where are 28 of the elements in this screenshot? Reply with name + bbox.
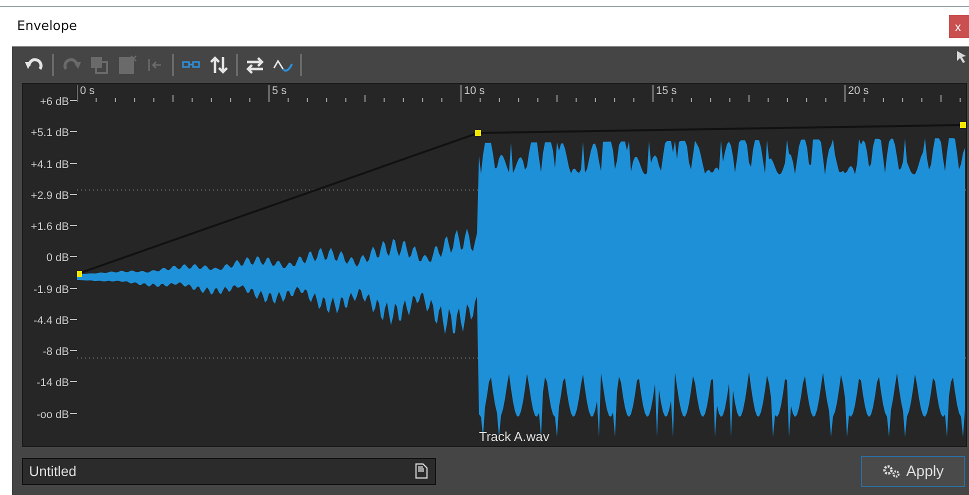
time-label: 15 s (656, 85, 679, 97)
time-label: 5 s (272, 85, 289, 97)
time-label: 0 s (80, 85, 97, 97)
track-name: Track A.wav (479, 429, 550, 444)
gain-label: +1.6 dB (30, 220, 69, 234)
gears-icon (882, 464, 902, 478)
gain-label: +6 dB (40, 95, 69, 109)
envelope-curve-drawing[interactable] (77, 122, 966, 277)
close-button[interactable]: x (949, 15, 969, 38)
window-title: Envelope (17, 19, 77, 34)
gain-label: +2.9 dB (30, 188, 69, 203)
gain-label: +5.1 dB (30, 126, 69, 140)
preset-name-field[interactable]: Untitled (22, 458, 436, 484)
time-label: 10 s (464, 85, 487, 97)
swap-arrows-icon[interactable] (244, 54, 266, 76)
gain-label: -4.4 dB (34, 314, 69, 328)
gain-label: 0 dB (46, 251, 69, 266)
vertical-arrows-icon[interactable] (208, 54, 230, 76)
gain-label: -8 dB (42, 345, 69, 360)
time-label: 20 s (848, 85, 871, 97)
gain-label: -oo dB (36, 408, 69, 422)
time-ruler[interactable]: 0 s 5 s 10 s 15 s 20 s (77, 84, 966, 102)
gain-label: -1.9 dB (34, 282, 69, 297)
gain-label: -14 dB (36, 376, 69, 390)
gain-label: +4.1 dB (30, 158, 69, 172)
apply-button[interactable]: Apply (861, 456, 965, 486)
cursor-icon (957, 51, 967, 63)
document-icon[interactable] (414, 462, 428, 478)
